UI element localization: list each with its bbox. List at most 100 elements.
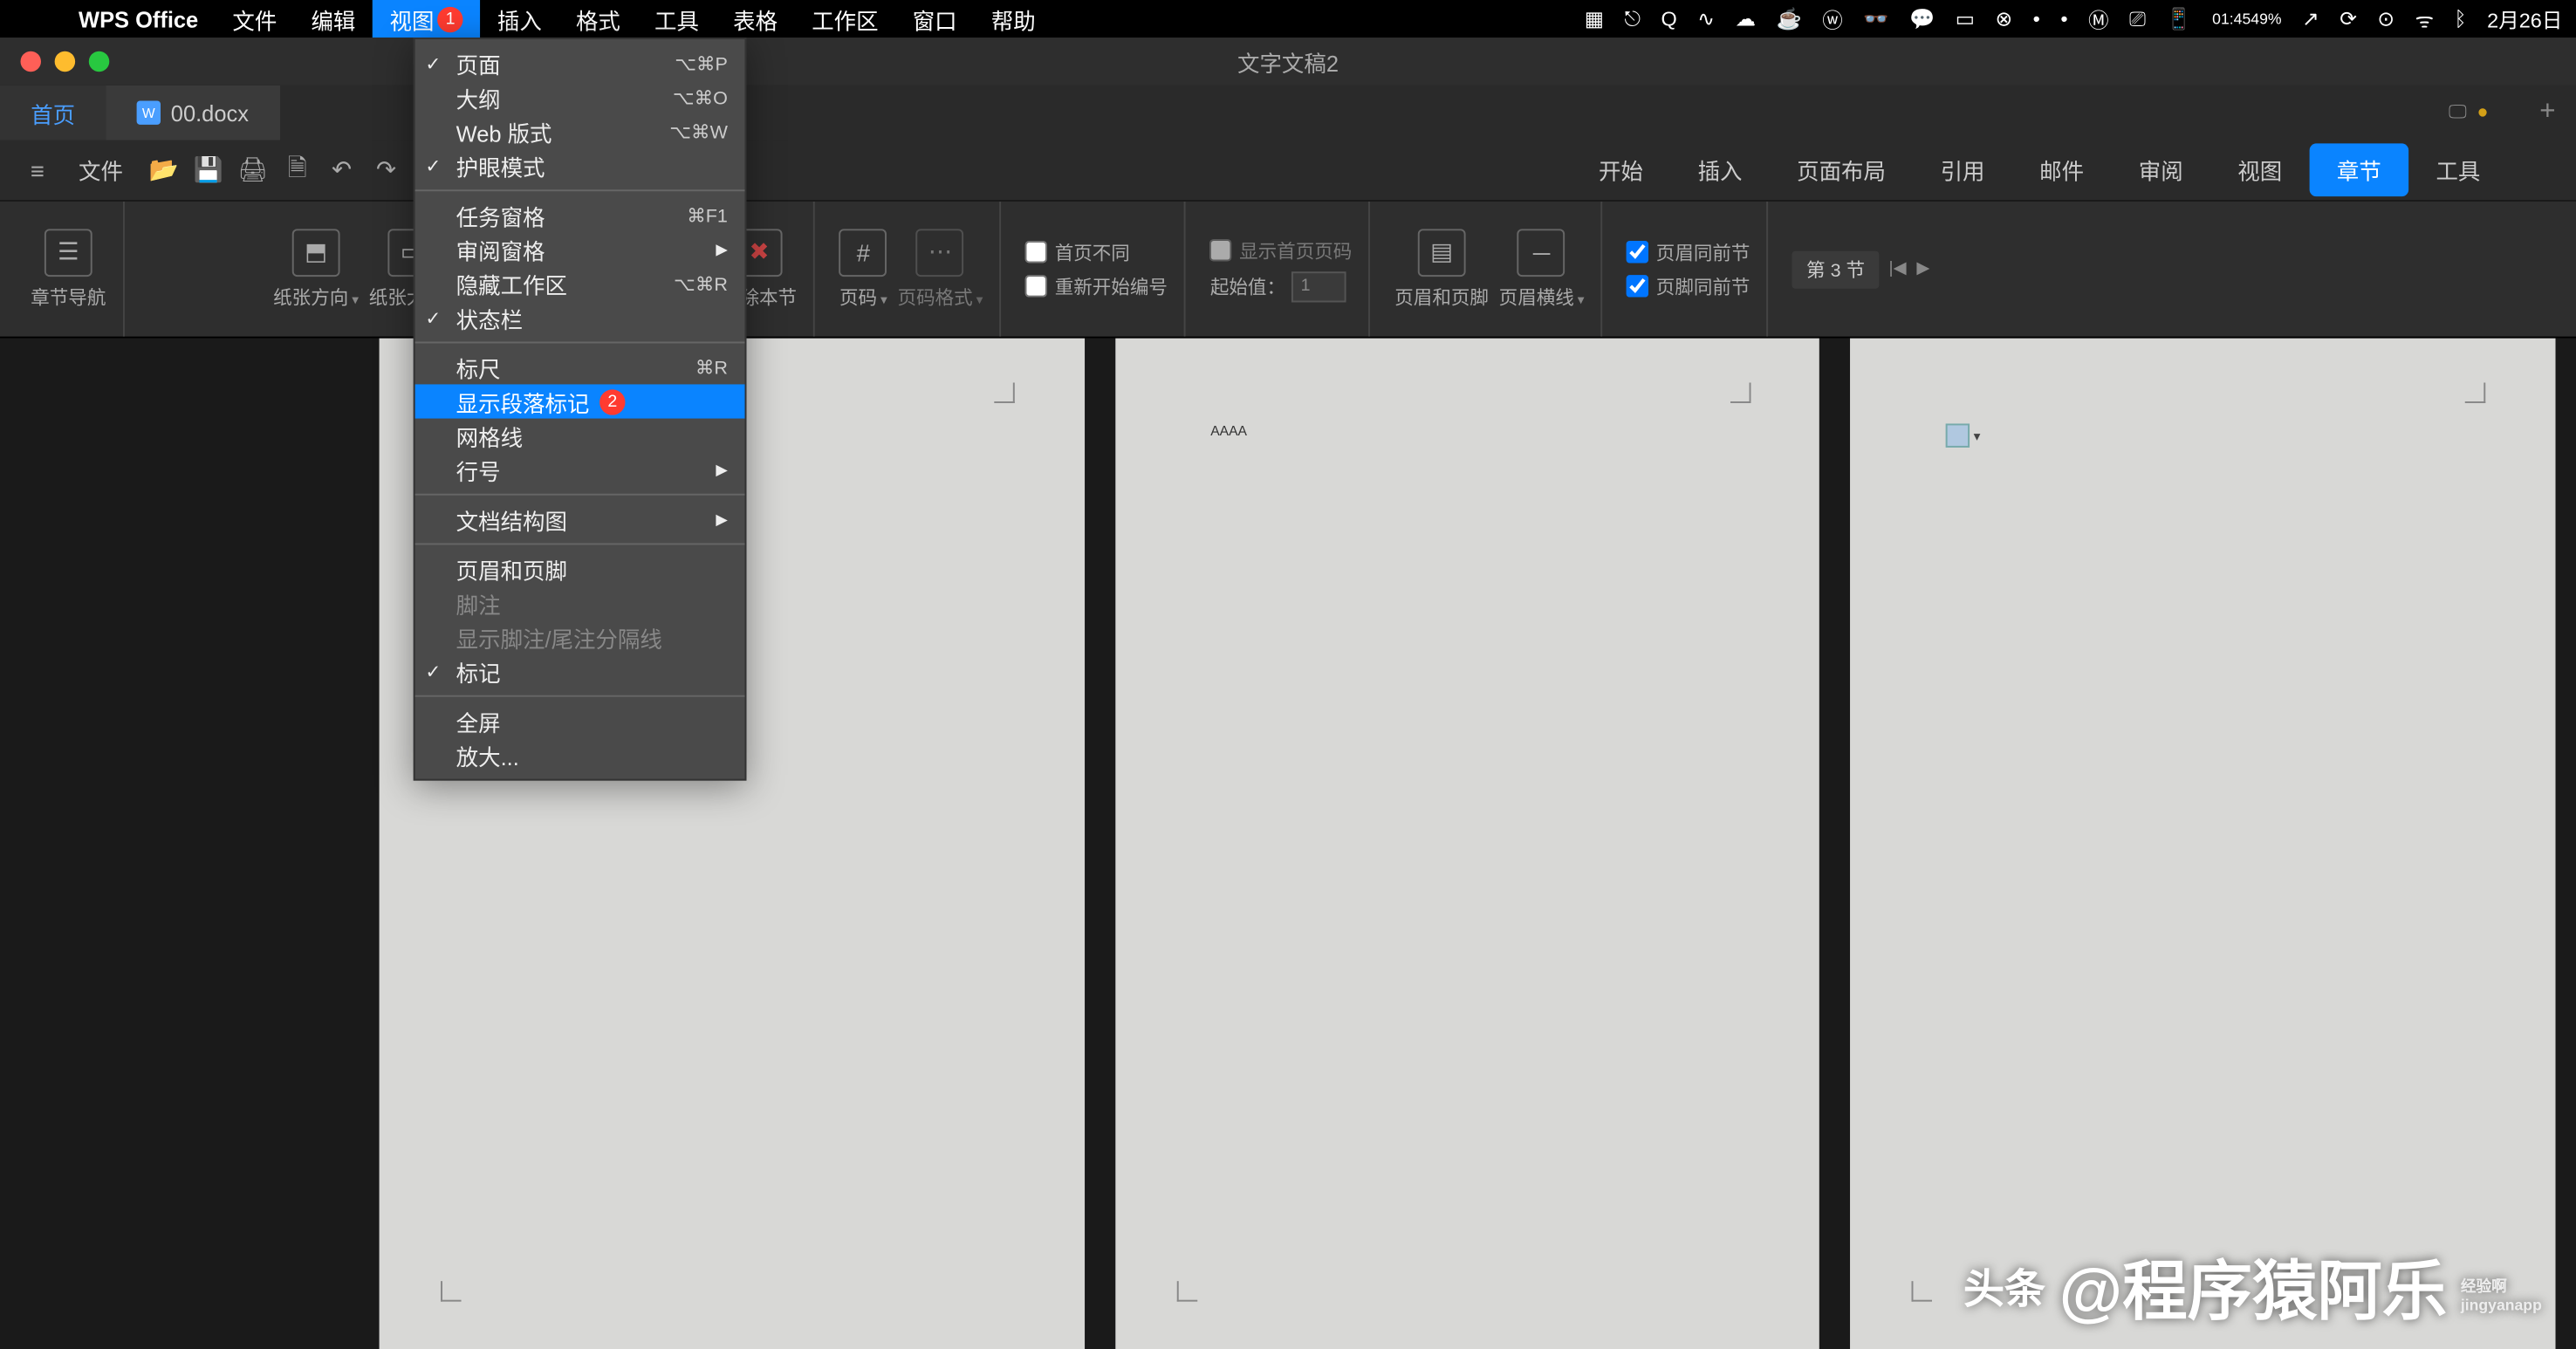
dropdown-item-23[interactable]: 放大... [415,738,745,772]
ribbon-tab-5[interactable]: 审阅 [2111,143,2210,196]
tray-icon[interactable]: ↗ [2302,7,2319,31]
tray-icon[interactable]: • [2033,7,2040,31]
dropdown-item-12[interactable]: 网格线 [415,419,745,453]
tray-icon[interactable]: ⟳ [2340,7,2357,31]
dropdown-item-0[interactable]: ✓页面⌥⌘P [415,46,745,80]
page-3[interactable]: ▾ [1851,339,2556,1349]
header-same-checkbox[interactable]: 页眉同前节 [1627,238,1750,265]
minimize-window[interactable] [55,51,75,72]
dropdown-item-1[interactable]: 大纲⌥⌘O [415,80,745,114]
tray-icon[interactable]: • [2060,7,2067,31]
page-number-button[interactable]: # 页码▾ [839,228,887,310]
date-indicator[interactable]: 2月26日 [2487,4,2562,33]
shortcut-label: ⌥⌘W [669,120,728,142]
first-page-different-checkbox[interactable]: 首页不同 [1025,238,1129,265]
menu-view[interactable]: 视图 1 [373,0,480,38]
dropdown-item-10[interactable]: 标尺⌘R [415,350,745,384]
tray-icon[interactable]: ⊙ [2377,7,2394,31]
tray-icon[interactable]: ⎚ [2129,6,2146,31]
file-menu[interactable]: 文件 [61,154,140,186]
tray-icon[interactable]: 💬 [1909,7,1935,31]
tray-icon[interactable]: ☁ [1735,7,1755,31]
bluetooth-icon[interactable]: ᛒ [2455,7,2467,31]
header-line-icon: ─ [1518,228,1565,276]
tray-icon[interactable]: 👓 [1863,7,1888,31]
tray-icon[interactable]: Ⓜ [2088,4,2109,33]
document-tab[interactable]: W 00.docx [106,86,279,140]
menu-file[interactable]: 文件 [216,0,294,38]
next-section-icon[interactable]: ▶ [1916,260,1929,279]
system-tray: ▦ ⎋ Q ∿ ☁ ☕ ⓦ 👓 💬 ▭ ⊗ • • Ⓜ ⎚ 📱 01:4549%… [1585,4,2563,33]
page-2[interactable]: AAAA [1115,339,1820,1349]
dropdown-item-6[interactable]: 审阅窗格▶ [415,232,745,266]
dropdown-item-7[interactable]: 隐藏工作区⌥⌘R [415,266,745,300]
ribbon-tab-4[interactable]: 邮件 [2012,143,2112,196]
undo-icon[interactable]: ↶ [321,149,362,190]
menu-tools[interactable]: 工具 [637,0,716,38]
ribbon-tab-3[interactable]: 引用 [1913,143,2012,196]
menu-format[interactable]: 格式 [558,0,637,38]
show-first-num-checkbox[interactable]: 显示首页页码 [1210,236,1352,264]
display-mode-indicator[interactable]: 🖵 ● [2431,101,2505,123]
dropdown-item-13[interactable]: 行号▶ [415,453,745,487]
dropdown-item-5[interactable]: 任务窗格⌘F1 [415,198,745,232]
open-icon[interactable]: 📂 [143,149,184,190]
prev-section-icon[interactable]: |◀ [1888,260,1906,279]
ribbon-tab-2[interactable]: 页面布局 [1770,143,1913,196]
redo-icon[interactable]: ↷ [366,149,407,190]
ribbon-tab-8[interactable]: 工具 [2408,143,2508,196]
tray-icon[interactable]: ⎋ [1624,6,1641,31]
ribbon-tab-0[interactable]: 开始 [1572,143,1671,196]
footer-same-checkbox[interactable]: 页脚同前节 [1627,272,1750,299]
header-footer-button[interactable]: ▤ 页眉和页脚 [1394,228,1489,310]
document-canvas[interactable]: AAAA ▾ [0,339,2576,1349]
page-number-format-button[interactable]: ⋯ 页码格式▾ [898,228,983,310]
dropdown-item-8[interactable]: ✓状态栏 [415,301,745,335]
dropdown-item-11[interactable]: 显示段落标记2 [415,384,745,418]
tray-icon[interactable]: ⓦ [1822,4,1843,33]
dropdown-item-22[interactable]: 全屏 [415,704,745,738]
ribbon-tab-6[interactable]: 视图 [2210,143,2310,196]
dropdown-item-label: 页面 [456,47,501,79]
dropdown-item-3[interactable]: ✓护眼模式 [415,148,745,182]
dropdown-item-label: 任务窗格 [456,199,545,231]
wifi-icon[interactable]: ᯤ [2415,4,2434,33]
tray-icon[interactable]: ∿ [1697,7,1715,31]
menu-icon[interactable]: ≡ [17,149,58,190]
preview-icon[interactable]: 🗎 [277,149,318,190]
paper-orientation[interactable]: ⬒ 纸张方向▾ [273,228,359,310]
battery-indicator[interactable]: 01:4549% [2212,10,2281,28]
section-indicator[interactable]: 第 3 节 [1792,250,1878,288]
app-menu[interactable]: WPS Office [61,0,215,38]
dropdown-item-15[interactable]: 文档结构图▶ [415,503,745,537]
home-tab[interactable]: 首页 [0,86,106,140]
tray-icon[interactable]: ▭ [1956,7,1975,31]
tray-icon[interactable]: 📱 [2166,7,2191,31]
save-icon[interactable]: 💾 [188,149,229,190]
ribbon-tab-7[interactable]: 章节 [2310,143,2409,196]
menu-workspace[interactable]: 工作区 [795,0,896,38]
section-nav-icon[interactable]: ☰ [45,228,92,276]
ribbon-tab-1[interactable]: 插入 [1670,143,1770,196]
header-footer-icon: ▤ [1418,228,1466,276]
header-line-button[interactable]: ─ 页眉横线▾ [1499,228,1585,310]
print-icon[interactable]: 🖨 [232,149,273,190]
tray-icon[interactable]: Q [1661,7,1677,31]
dropdown-item-2[interactable]: Web 版式⌥⌘W [415,114,745,148]
start-value-input[interactable] [1292,270,1347,301]
maximize-window[interactable] [89,51,109,72]
tray-icon[interactable]: ☕ [1776,7,1801,31]
monitor-icon: 🖵 [2449,101,2467,123]
dropdown-item-17[interactable]: 页眉和页脚 [415,551,745,585]
new-tab-button[interactable]: + [2519,98,2576,128]
menu-window[interactable]: 窗口 [895,0,974,38]
menu-table[interactable]: 表格 [716,0,795,38]
menu-edit[interactable]: 编辑 [294,0,373,38]
menu-insert[interactable]: 插入 [480,0,558,38]
tray-icon[interactable]: ▦ [1585,7,1604,31]
close-window[interactable] [20,51,40,72]
tray-icon[interactable]: ⊗ [1995,7,2012,31]
restart-numbering-checkbox[interactable]: 重新开始编号 [1025,272,1167,299]
menu-help[interactable]: 帮助 [974,0,1052,38]
dropdown-item-20[interactable]: ✓标记 [415,654,745,688]
